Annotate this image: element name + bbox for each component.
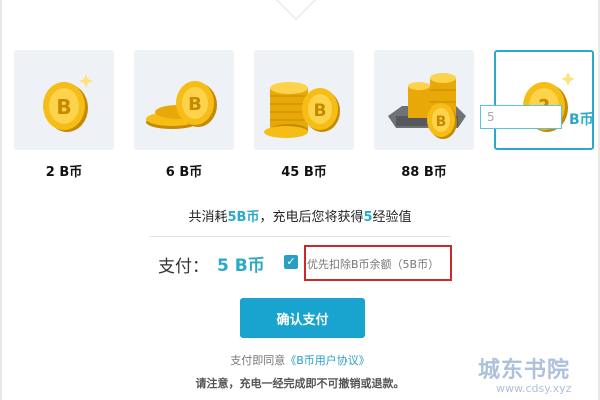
- mystery-coin-icon: ?: [523, 72, 575, 132]
- left-frame-border: [0, 0, 2, 400]
- option-card[interactable]: B: [374, 50, 474, 150]
- option-custom-amount[interactable]: ?: [494, 50, 594, 150]
- payment-amount: 5 B币: [217, 256, 265, 276]
- agreement-link[interactable]: 《B币用户协议》: [285, 354, 370, 367]
- coin-stack-icon: B: [264, 82, 340, 138]
- option-label: 6 B币: [165, 165, 203, 180]
- summary-middle: ，充电后您将获得: [259, 210, 364, 225]
- popup-pointer-notch: [276, 0, 316, 20]
- summary-exp: 5: [363, 210, 373, 225]
- deduct-balance-label[interactable]: 优先扣除B币余额（5B币）: [307, 256, 439, 272]
- watermark-url: www.cdsy.xyz: [496, 382, 572, 395]
- payment-label: 支付：: [158, 257, 209, 277]
- check-icon: ✓: [286, 255, 296, 268]
- option-45-bcoin[interactable]: B 45 B币: [254, 50, 354, 180]
- recharge-summary: 共消耗5B币，充电后您将获得5经验值: [0, 206, 600, 225]
- confirm-payment-button[interactable]: 确认支付: [240, 298, 365, 338]
- option-2-bcoin[interactable]: B 2 B币: [14, 50, 114, 180]
- option-card-selected[interactable]: ?: [494, 50, 594, 150]
- option-label: 2 B币: [45, 165, 83, 180]
- agreement-prefix: 支付即同意: [230, 354, 286, 367]
- svg-text:B: B: [56, 95, 71, 119]
- custom-amount-input[interactable]: [480, 105, 562, 129]
- option-card[interactable]: B: [134, 50, 234, 150]
- summary-suffix: 经验值: [372, 210, 412, 225]
- svg-text:B: B: [436, 114, 447, 130]
- option-88-bcoin[interactable]: B 88 B币: [374, 50, 474, 180]
- option-card[interactable]: B: [254, 50, 354, 150]
- watermark-title: 城东书院: [478, 358, 571, 383]
- single-coin-icon: B: [43, 74, 93, 132]
- summary-cost: 5B币: [227, 210, 260, 225]
- site-watermark: 城东书院 www.cdsy.xyz: [478, 352, 596, 395]
- summary-prefix: 共消耗: [188, 210, 228, 225]
- coin-treasure-icon: B: [388, 73, 466, 139]
- option-label: 45 B币: [281, 165, 327, 180]
- svg-text:B: B: [314, 101, 327, 121]
- svg-text:B: B: [188, 94, 202, 115]
- option-label: 88 B币: [401, 165, 447, 180]
- custom-amount-unit: B币: [569, 112, 594, 128]
- option-card[interactable]: B: [14, 50, 114, 150]
- divider: [150, 236, 450, 237]
- option-6-bcoin[interactable]: B 6 B币: [134, 50, 234, 180]
- deduct-balance-checkbox[interactable]: ✓: [284, 255, 298, 269]
- small-coin-pile-icon: B: [146, 81, 217, 129]
